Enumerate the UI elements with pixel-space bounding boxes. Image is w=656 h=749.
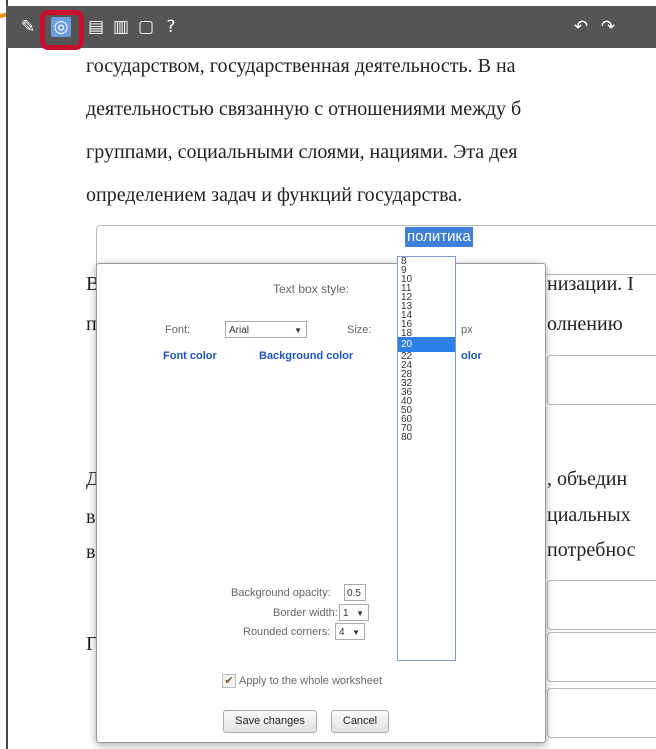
- document-text-line: деятельностью связанную с отношениями ме…: [86, 98, 522, 120]
- document-text-line: определением задач и функций государства…: [86, 184, 463, 206]
- font-size-option[interactable]: 18: [398, 328, 455, 338]
- checkmark-icon: ✔: [224, 675, 234, 687]
- document-text-fragment: в: [86, 541, 96, 563]
- chevron-down-icon: ▼: [356, 609, 364, 618]
- rounded-corners-label: Rounded corners:: [243, 626, 331, 638]
- redo-icon[interactable]: ↷: [598, 17, 618, 37]
- active-tool-highlight: [40, 10, 84, 50]
- font-size-option[interactable]: 80: [398, 432, 455, 442]
- border-width-value: 1: [343, 608, 349, 619]
- font-color-link[interactable]: Font color: [163, 350, 217, 362]
- font-label: Font:: [165, 324, 191, 336]
- answer-text-box[interactable]: [547, 632, 656, 682]
- document-text-fragment: низации. I: [547, 273, 634, 295]
- answer-text-box[interactable]: [547, 688, 656, 738]
- document-text-fragment: потребнос: [547, 539, 636, 561]
- answer-text-box[interactable]: [547, 580, 656, 630]
- document-text-fragment: , объедин: [547, 468, 628, 490]
- background-opacity-input[interactable]: 0.5: [344, 584, 366, 601]
- background-opacity-value: 0.5: [347, 588, 361, 599]
- editor-toolbar: ✎ ◎ ▤ ▥ ▢? ↶ ↷: [6, 6, 656, 50]
- border-width-select[interactable]: 1 ▼: [339, 604, 369, 621]
- apply-whole-worksheet-checkbox[interactable]: ✔: [222, 674, 236, 688]
- document-text-fragment: в: [86, 506, 96, 528]
- save-changes-button[interactable]: Save changes: [223, 710, 317, 733]
- rounded-corners-select[interactable]: 4 ▼: [335, 623, 365, 640]
- font-size-dropdown-list[interactable]: 8 9 10 11 12 13 14 16 18 20 22 24 28 32 36 40 50 60 70 80: [397, 256, 456, 661]
- border-width-label: Border width:: [273, 607, 338, 619]
- chevron-down-icon: ▼: [352, 628, 360, 637]
- chevron-down-icon: ▼: [294, 326, 302, 335]
- font-size-option[interactable]: 20: [398, 337, 455, 353]
- answer-sheet-icon[interactable]: ▤: [86, 17, 106, 37]
- tip-icon[interactable]: ▢: [136, 17, 156, 37]
- answer-text-box[interactable]: [547, 355, 656, 405]
- font-select-value: Arial: [229, 325, 250, 336]
- cancel-button[interactable]: Cancel: [331, 710, 389, 733]
- background-color-link[interactable]: Background color: [259, 350, 353, 362]
- size-unit: px: [461, 324, 473, 336]
- background-opacity-label: Background opacity:: [231, 587, 331, 599]
- answer-key-icon[interactable]: ▥: [111, 17, 131, 37]
- undo-icon[interactable]: ↶: [571, 17, 591, 37]
- document-text-fragment: олнению: [547, 313, 623, 335]
- document-text-line: государством, государственная деятельнос…: [86, 55, 516, 77]
- rounded-corners-value: 4: [339, 627, 345, 638]
- border-color-link[interactable]: olor: [461, 350, 482, 362]
- edit-icon[interactable]: ✎: [18, 17, 38, 37]
- font-select[interactable]: Arial ▼: [225, 321, 307, 338]
- document-text-fragment: циальных: [547, 504, 631, 526]
- size-label: Size:: [347, 324, 372, 336]
- text-box-style-dialog: Text box style: Font: Arial ▼ Size: px F…: [96, 263, 546, 743]
- document-text-line: группами, социальными слоями, нациями. Э…: [86, 141, 518, 163]
- help-icon[interactable]: ?: [161, 17, 181, 37]
- dialog-title: Text box style:: [273, 282, 350, 296]
- apply-whole-worksheet-label: Apply to the whole worksheet: [239, 675, 383, 687]
- selected-answer-text[interactable]: политика: [405, 227, 473, 247]
